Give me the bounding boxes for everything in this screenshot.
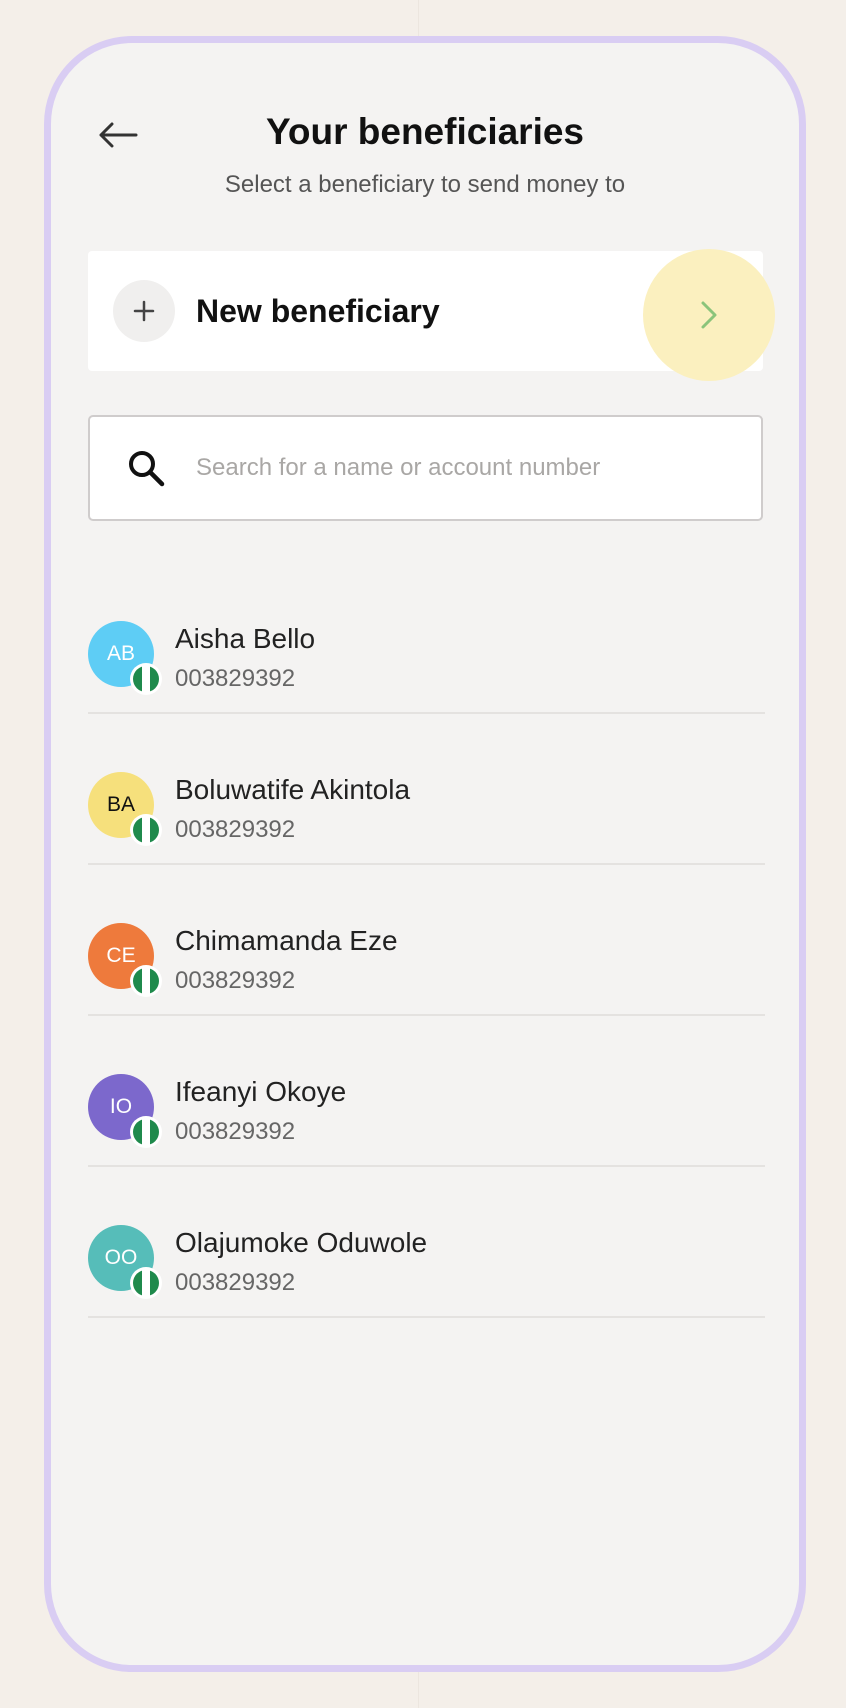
beneficiary-row[interactable]: IO Ifeanyi Okoye 003829392 xyxy=(88,1016,765,1167)
beneficiary-name: Chimamanda Eze xyxy=(175,925,398,956)
search-icon xyxy=(129,451,165,487)
nigeria-flag-icon xyxy=(130,1116,162,1148)
search-box[interactable] xyxy=(88,415,763,521)
nigeria-flag-icon xyxy=(130,1267,162,1299)
nigeria-flag-icon xyxy=(130,965,162,997)
new-beneficiary-button[interactable]: New beneficiary xyxy=(88,249,775,381)
beneficiary-name: Boluwatife Akintola xyxy=(175,774,411,805)
chevron-right-icon xyxy=(643,249,775,381)
plus-icon xyxy=(113,280,175,342)
beneficiary-account-number: 003829392 xyxy=(175,816,296,843)
page-subtitle: Select a beneficiary to send money to xyxy=(224,171,626,198)
beneficiary-account-number: 003829392 xyxy=(175,967,296,994)
beneficiary-row[interactable]: AB Aisha Bello 003829392 xyxy=(88,563,765,714)
beneficiary-list: AB Aisha Bello 003829392 BA Boluwatife A… xyxy=(88,563,765,1318)
new-beneficiary-label: New beneficiary xyxy=(196,292,440,329)
beneficiary-row[interactable]: BA Boluwatife Akintola 003829392 xyxy=(88,714,765,865)
search-input[interactable] xyxy=(196,454,716,482)
page-title: Your beneficiaries xyxy=(265,111,585,152)
beneficiary-name: Ifeanyi Okoye xyxy=(175,1076,347,1107)
beneficiary-account-number: 003829392 xyxy=(175,1118,296,1145)
beneficiary-row[interactable]: OO Olajumoke Oduwole 003829392 xyxy=(88,1167,765,1318)
beneficiary-account-number: 003829392 xyxy=(175,665,296,692)
beneficiary-row[interactable]: CE Chimamanda Eze 003829392 xyxy=(88,865,765,1016)
beneficiary-account-number: 003829392 xyxy=(175,1269,296,1296)
phone-frame: Your beneficiaries Select a beneficiary … xyxy=(44,36,806,1672)
beneficiary-name: Aisha Bello xyxy=(175,623,316,654)
nigeria-flag-icon xyxy=(130,663,162,695)
nigeria-flag-icon xyxy=(130,814,162,846)
beneficiary-name: Olajumoke Oduwole xyxy=(175,1227,428,1258)
